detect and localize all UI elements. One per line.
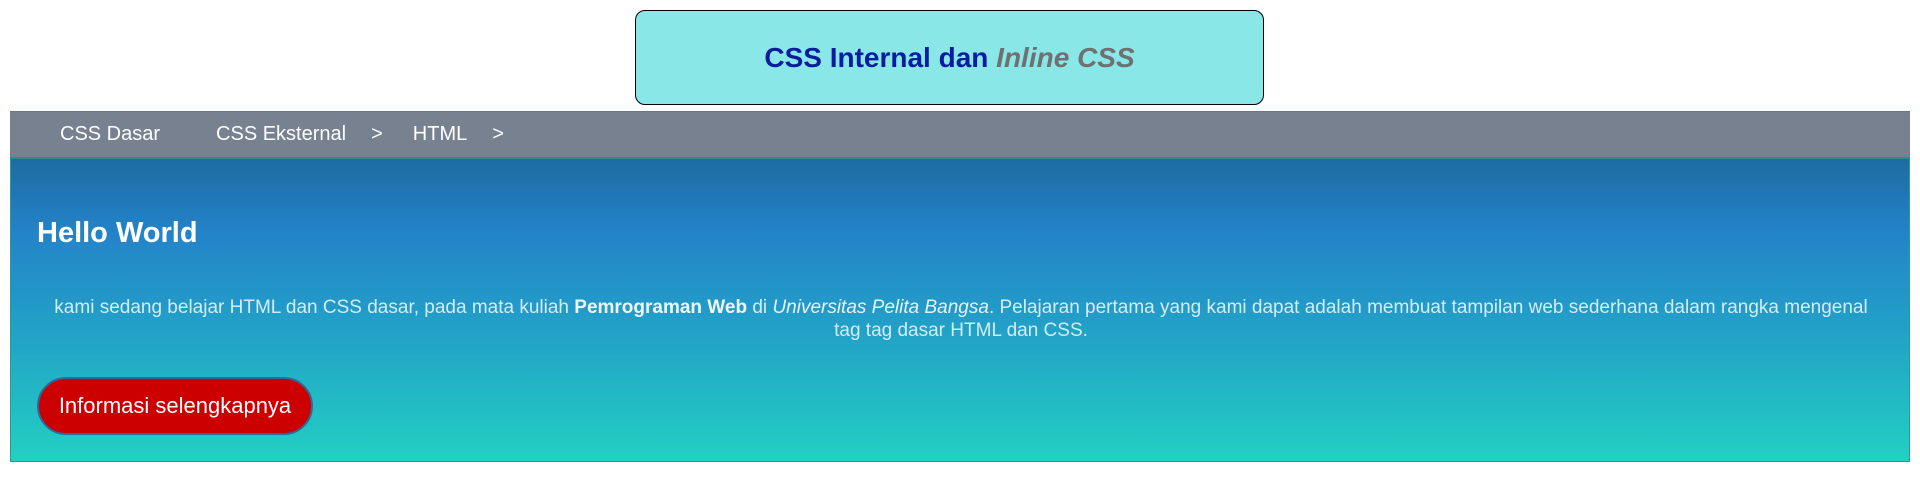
paragraph-italic-university: Universitas Pelita Bangsa (772, 297, 989, 318)
page-title-main: CSS Internal dan (764, 41, 997, 73)
paragraph-text-3: . Pelajaran pertama yang kami dapat adal… (834, 297, 1868, 341)
paragraph-text-2: di (747, 297, 773, 318)
main-section: Hello World kami sedang belajar HTML dan… (10, 159, 1910, 462)
nav-bar: CSS Dasar CSS Eksternal > HTML > (10, 111, 1910, 159)
nav-separator-2: > (492, 123, 504, 145)
nav-item-html[interactable]: HTML (413, 123, 467, 146)
more-info-button[interactable]: Informasi selengkapnya (37, 377, 313, 435)
paragraph-bold-course: Pemrograman Web (574, 297, 748, 318)
nav-separator-1: > (371, 123, 383, 145)
paragraph-text-1: kami sedang belajar HTML dan CSS dasar, … (54, 297, 575, 318)
nav-item-css-dasar[interactable]: CSS Dasar (60, 123, 160, 146)
page-header: CSS Internal dan Inline CSS (635, 10, 1264, 105)
page-title-inline-css: Inline CSS (996, 41, 1135, 73)
page-title: CSS Internal dan Inline CSS (764, 42, 1134, 74)
main-heading: Hello World (37, 217, 198, 249)
main-paragraph: kami sedang belajar HTML dan CSS dasar, … (41, 296, 1881, 342)
nav-item-css-eksternal[interactable]: CSS Eksternal (216, 123, 346, 146)
